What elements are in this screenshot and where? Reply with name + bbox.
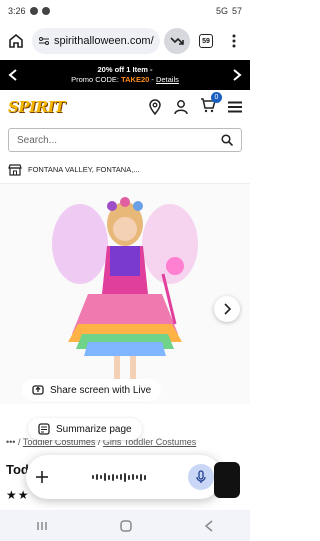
promo-separator: -	[149, 75, 156, 84]
summarize-icon	[38, 423, 50, 435]
search-icon[interactable]	[221, 134, 233, 146]
cart-button[interactable]: 0	[200, 91, 222, 118]
promo-details-link[interactable]: Details	[156, 75, 179, 84]
microphone-icon	[196, 470, 206, 483]
plus-icon[interactable]	[34, 469, 50, 485]
home-nav-icon[interactable]	[119, 519, 133, 533]
store-locator-icon[interactable]	[148, 99, 162, 115]
search-input[interactable]: Search...	[8, 128, 242, 152]
home-icon[interactable]	[4, 29, 28, 53]
browser-toolbar: spirithalloween.com/ 59	[0, 22, 250, 60]
promo-banner: 20% off 1 Item - Promo CODE: TAKE20 - De…	[0, 60, 250, 90]
assistant-input-bar[interactable]	[26, 455, 222, 499]
chevron-right-icon	[224, 303, 231, 315]
trending-icon[interactable]	[164, 28, 190, 54]
site-settings-icon[interactable]	[38, 35, 50, 47]
store-selector[interactable]: FONTANA VALLEY, FONTANA,...	[0, 156, 250, 184]
floating-action-button[interactable]	[214, 462, 240, 498]
recent-apps-icon[interactable]	[36, 520, 48, 532]
status-bar: 3:26 5G 57	[0, 0, 250, 22]
promo-prev-icon[interactable]	[8, 69, 18, 81]
voice-waveform	[58, 469, 180, 485]
more-menu-icon[interactable]	[222, 29, 246, 53]
search-placeholder: Search...	[17, 134, 58, 146]
network-label: 5G	[215, 6, 228, 16]
back-icon[interactable]	[204, 519, 214, 532]
rating-stars: ★★	[6, 488, 30, 502]
microphone-button[interactable]	[188, 464, 214, 490]
promo-next-icon[interactable]	[232, 69, 242, 81]
tab-switcher-button[interactable]: 59	[194, 29, 218, 53]
url-text: spirithalloween.com/	[54, 35, 154, 47]
status-time: 3:26	[8, 6, 26, 16]
hamburger-menu-icon[interactable]	[228, 101, 242, 113]
carousel-next-button[interactable]	[214, 296, 240, 322]
cart-count-badge: 0	[211, 91, 222, 103]
store-icon	[8, 163, 22, 176]
product-image	[52, 197, 198, 396]
summarize-page-chip[interactable]: Summarize page	[28, 418, 142, 440]
promo-code-prefix: Promo CODE:	[71, 75, 122, 84]
battery-level: 57	[231, 6, 242, 16]
spirit-logo[interactable]: SPIRIT	[8, 98, 65, 116]
system-nav-bar	[0, 510, 250, 541]
promo-line1: 20% off 1 Item -	[97, 65, 153, 74]
summarize-label: Summarize page	[56, 423, 132, 435]
share-screen-live-chip[interactable]: Share screen with Live	[22, 379, 162, 401]
notification-icon	[29, 7, 38, 15]
address-bar[interactable]: spirithalloween.com/	[32, 28, 160, 54]
account-icon[interactable]	[174, 99, 188, 115]
promo-code: TAKE20	[121, 75, 150, 84]
app-icon	[41, 7, 50, 15]
product-image-carousel[interactable]	[0, 184, 250, 404]
site-header: SPIRIT 0	[0, 90, 250, 124]
share-screen-label: Share screen with Live	[50, 384, 152, 396]
promo-text: 20% off 1 Item - Promo CODE: TAKE20 - De…	[71, 65, 179, 85]
store-name: FONTANA VALLEY, FONTANA,...	[28, 165, 140, 174]
share-screen-icon	[32, 385, 44, 395]
tab-count: 59	[199, 34, 213, 48]
breadcrumb-ellipsis[interactable]: •••	[6, 437, 15, 447]
